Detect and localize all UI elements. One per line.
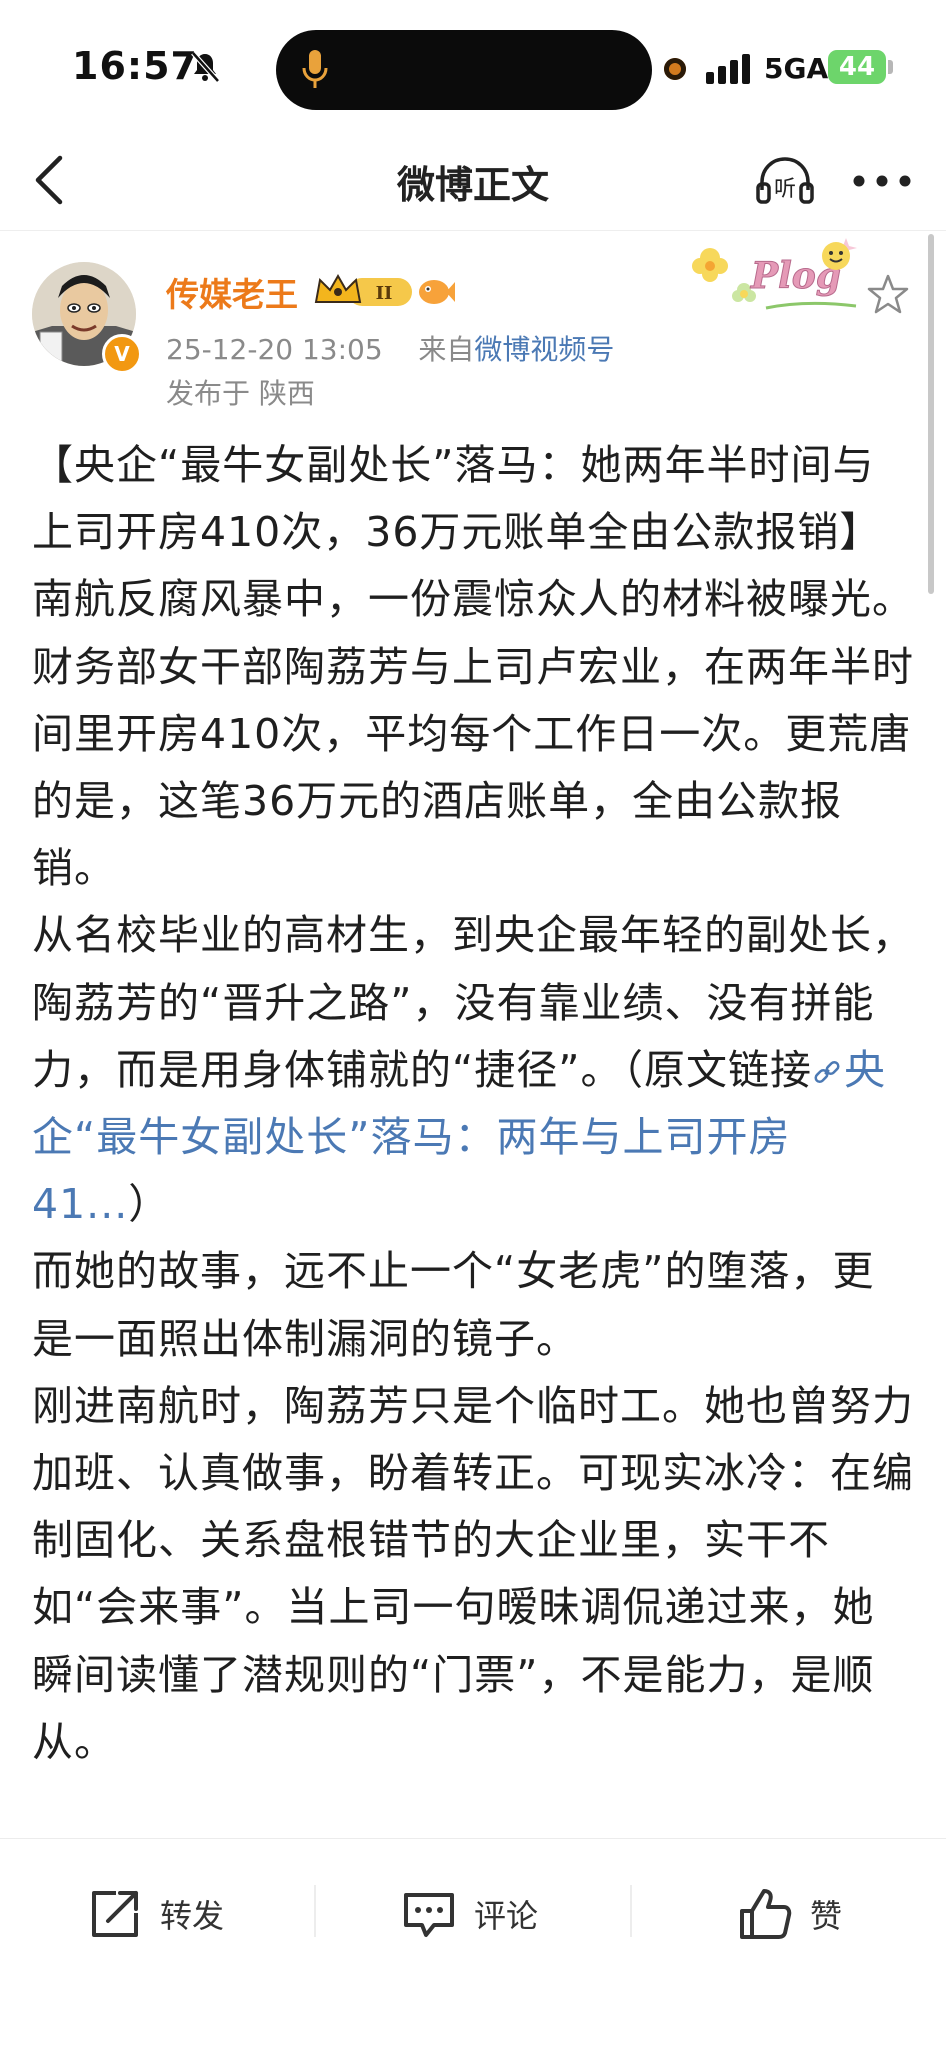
repost-label: 转发 <box>160 1897 225 1935</box>
divider <box>314 1885 316 1937</box>
link-chain-icon <box>814 1060 840 1083</box>
post-paragraph: 【央企“最牛女副处长”落马：她两年半时间与上司开房410次，36万元账单全由公款… <box>32 441 914 893</box>
comment-label: 评论 <box>474 1897 539 1935</box>
divider <box>630 1885 632 1937</box>
microphone-icon <box>302 50 328 88</box>
scrollbar[interactable] <box>928 234 934 594</box>
recording-indicator-icon <box>664 58 686 80</box>
dynamic-island <box>276 30 652 110</box>
post-body: 【央企“最牛女副处长”落马：她两年半时间与上司开房410次，36万元账单全由公款… <box>32 432 916 1830</box>
bell-muted-icon <box>191 51 220 83</box>
thumbs-up-icon <box>740 1889 792 1939</box>
network-type: 5GA <box>764 52 829 85</box>
link-prefix: （原文链接 <box>622 1045 812 1094</box>
verified-badge: V <box>102 334 142 374</box>
comment-icon <box>404 1893 454 1937</box>
post-meta: 25-12-20 13:05 来自微博视频号 <box>166 328 614 368</box>
post-location: 发布于 陕西 <box>166 377 315 410</box>
post-paragraph: 刚进南航时，陶荔芳只是个临时工。她也曾努力加班、认真做事，盼着转正。可现实冰冷：… <box>32 1381 914 1766</box>
plog-sticker[interactable]: Plog <box>686 230 874 322</box>
status-bar: 16:57 5GA 44 <box>0 0 946 130</box>
nav-bar: 微博正文 听 <box>0 130 946 231</box>
svg-text:听: 听 <box>774 177 796 202</box>
author-name[interactable]: 传媒老王 <box>166 268 298 316</box>
battery-level: 44 <box>828 50 886 84</box>
svg-text:II: II <box>376 283 393 304</box>
favorite-star-icon[interactable] <box>866 272 910 316</box>
like-label: 赞 <box>810 1897 843 1935</box>
fish-badge-icon[interactable] <box>416 274 456 310</box>
post-paragraph: 而她的故事，远不止一个“女老虎”的堕落，更是一面照出体制漏洞的镜子。 <box>32 1247 875 1363</box>
post-timestamp: 25-12-20 13:05 <box>166 333 383 366</box>
source-prefix: 来自 <box>418 333 475 366</box>
like-button[interactable]: 赞 <box>736 1879 842 1949</box>
listen-headphones-icon[interactable]: 听 <box>754 150 816 210</box>
comment-button[interactable]: 评论 <box>400 1879 538 1949</box>
repost-button[interactable]: 转发 <box>86 1879 224 1949</box>
post-paragraph-with-link: 从名校毕业的高材生，到央企最年轻的副处长，陶荔芳的“晋升之路”，没有靠业绩、没有… <box>32 902 916 1238</box>
bottom-action-bar: 转发 评论 赞 <box>0 1838 946 2049</box>
post-source-link[interactable]: 微博视频号 <box>474 333 614 366</box>
vip-crown-badge-icon[interactable]: II <box>312 272 416 312</box>
repost-icon <box>92 1891 138 1937</box>
more-options-icon[interactable] <box>852 174 912 188</box>
status-time: 16:57 <box>72 44 198 88</box>
signal-icon <box>706 54 750 84</box>
battery-tip <box>888 60 893 74</box>
link-suffix: ） <box>128 1180 171 1229</box>
